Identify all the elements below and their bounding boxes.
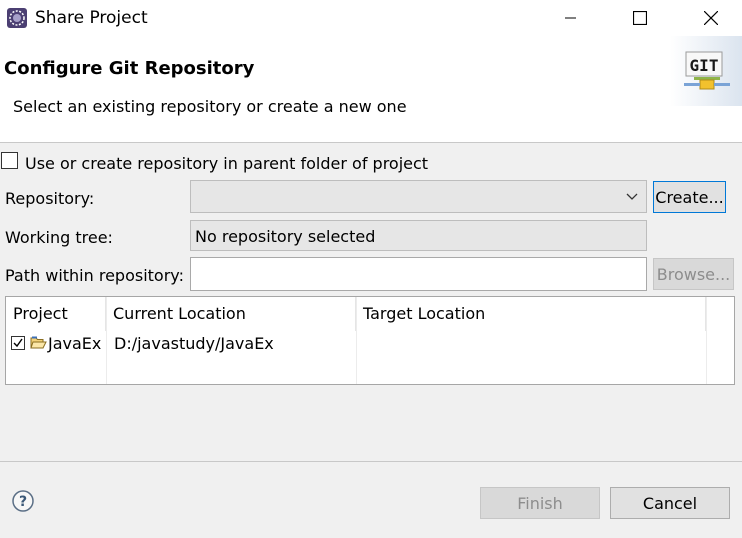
footer-divider <box>0 461 742 462</box>
git-logo-icon: GIT <box>670 36 742 106</box>
path-within-repository-label: Path within repository: <box>5 266 184 285</box>
repository-label: Repository: <box>5 189 95 208</box>
browse-button[interactable]: Browse... <box>653 258 734 290</box>
close-button[interactable] <box>688 0 734 36</box>
working-tree-value: No repository selected <box>195 227 376 246</box>
title-bar: Share Project <box>0 0 742 36</box>
eclipse-app-icon <box>6 7 28 29</box>
help-icon: ? <box>12 490 34 512</box>
table-row[interactable]: JavaEx D:/javastudy/JavaEx <box>6 333 706 359</box>
create-repository-button[interactable]: Create... <box>653 181 726 213</box>
project-folder-icon <box>30 336 47 349</box>
checkmark-icon <box>13 338 23 348</box>
parent-folder-checkbox[interactable] <box>1 152 18 169</box>
minimize-icon <box>565 17 576 19</box>
cancel-button[interactable]: Cancel <box>610 487 730 519</box>
wizard-banner: Configure Git Repository Select an exist… <box>0 36 742 143</box>
git-logo-text: GIT <box>690 56 719 75</box>
chevron-down-icon <box>626 193 638 200</box>
project-table[interactable]: Project Current Location Target Location… <box>5 296 735 385</box>
close-icon <box>704 11 718 25</box>
maximize-icon <box>633 11 647 25</box>
minimize-button[interactable] <box>548 0 594 36</box>
working-tree-label: Working tree: <box>5 228 113 247</box>
row-project-name: JavaEx <box>48 334 102 353</box>
help-button[interactable]: ? <box>12 490 34 512</box>
maximize-button[interactable] <box>617 0 663 36</box>
working-tree-field: No repository selected <box>190 220 647 251</box>
repository-combo[interactable] <box>190 180 647 213</box>
column-header-target-location[interactable]: Target Location <box>356 297 706 331</box>
window-title: Share Project <box>35 8 148 28</box>
column-divider <box>706 297 707 384</box>
column-header-project[interactable]: Project <box>6 297 106 331</box>
path-within-repository-input[interactable] <box>190 257 647 291</box>
row-current-location: D:/javastudy/JavaEx <box>114 334 274 353</box>
finish-button[interactable]: Finish <box>480 487 600 519</box>
page-title: Configure Git Repository <box>4 58 255 79</box>
parent-folder-checkbox-label: Use or create repository in parent folde… <box>25 154 429 173</box>
row-checkbox[interactable] <box>11 336 25 350</box>
page-description: Select an existing repository or create … <box>13 97 407 116</box>
column-header-current-location[interactable]: Current Location <box>106 297 356 331</box>
svg-text:?: ? <box>19 494 27 510</box>
